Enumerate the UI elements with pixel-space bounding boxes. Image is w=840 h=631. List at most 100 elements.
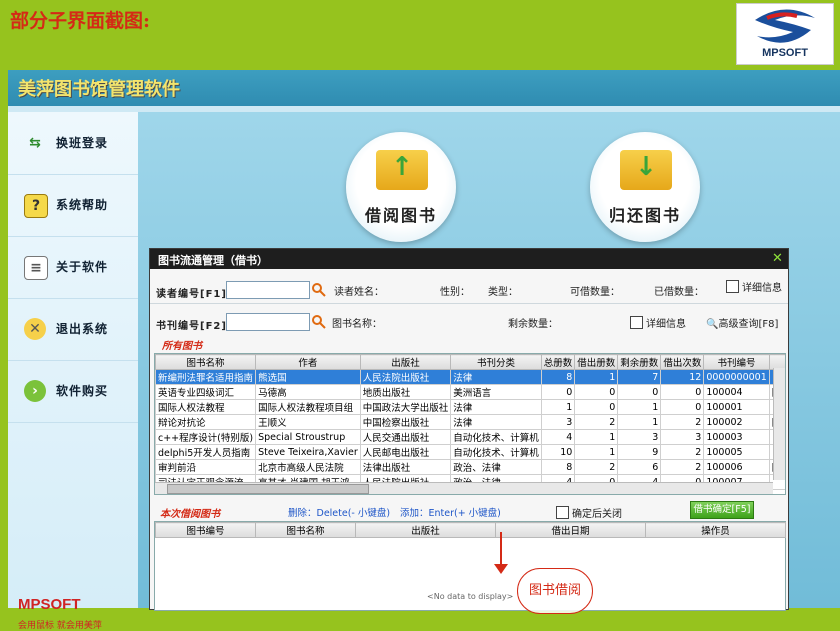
table-cell: 0 <box>574 399 619 415</box>
table-row[interactable]: 新编刑法罪名适用指南 熊选国 人民法院出版社 法律 8 1 7 12 0000000001 <box>155 369 785 385</box>
mpsoft-logo-icon <box>755 9 815 43</box>
column-header[interactable]: 借出次数 <box>660 354 705 370</box>
gender-label: 性别： <box>440 287 470 298</box>
app-title: 美萍图书馆管理软件 <box>18 79 180 100</box>
column-header[interactable]: 剩余册数 <box>617 354 662 370</box>
return-books-label: 归还图书 <box>608 206 681 225</box>
table-header-row: 图书名称 作者 出版社 书刊分类 总册数 借出册数 剩余册数 借出次数 书刊编号 <box>155 354 785 370</box>
sidebar: ⇆ 换班登录 ? 系统帮助 ≡ 关于软件 ✕ 退出系统 › 软件购买 MPSOF… <box>8 112 139 631</box>
table-cell: 王顺义 <box>255 414 361 430</box>
logo-text: MPSOFT <box>762 47 808 59</box>
advanced-search-button[interactable]: 🔍高级查询[F8] <box>706 315 778 330</box>
table-cell: 2 <box>660 459 705 475</box>
reader-row: 读者编号[F1]: 读者姓名： 性别： 类型： 可借数量： 已借数量： 详细信息 <box>150 273 788 304</box>
column-header[interactable]: 借出日期 <box>495 522 646 538</box>
sidebar-item-help[interactable]: ? 系统帮助 <box>8 174 138 237</box>
table-cell: 人民法院出版社 <box>359 369 452 385</box>
table-cell: 1 <box>574 369 619 385</box>
current-borrow-grid: 图书编号 图书名称 出版社 借出日期 操作员 <box>155 522 786 538</box>
column-header[interactable]: 总册数 <box>540 354 576 370</box>
table-cell: 8 <box>540 369 576 385</box>
reader-name-label: 读者姓名： <box>334 287 384 298</box>
table-cell: 人民邮电出版社 <box>359 444 452 460</box>
sidebar-item-label: 系统帮助 <box>56 198 109 212</box>
confirm-borrow-button[interactable]: 借书确定[F5] <box>690 501 754 519</box>
return-books-button[interactable]: ↓ 归还图书 <box>590 132 700 242</box>
table-cell: 6 <box>617 459 662 475</box>
table-cell: 1 <box>574 444 619 460</box>
sidebar-item-label: 换班登录 <box>56 136 109 150</box>
column-header[interactable]: 书刊编号 <box>703 354 770 370</box>
table-cell: 3 <box>660 429 705 445</box>
horizontal-scrollbar[interactable] <box>155 482 773 494</box>
table-cell: 100002 <box>703 414 770 430</box>
sidebar-item-switch-shift[interactable]: ⇆ 换班登录 <box>8 112 138 175</box>
page-caption: 部分子界面截图: <box>10 10 151 32</box>
column-header[interactable]: 图书编号 <box>155 522 256 538</box>
book-name-label: 图书名称： <box>332 319 382 330</box>
table-cell: 1 <box>617 399 662 415</box>
table-row[interactable]: 审判前沿北京市高级人民法院法律出版社政治、法律8262100006附光盘一张 <box>155 459 785 475</box>
circulation-dialog: 图书流通管理（借书） ✕ 读者编号[F1]: 读者姓名： 性别： 类型： 可借数… <box>149 248 789 614</box>
scroll-thumb[interactable] <box>167 484 369 494</box>
column-header[interactable]: 操作员 <box>645 522 786 538</box>
vertical-scrollbar[interactable] <box>773 368 785 480</box>
book-detail-button[interactable]: 详细信息 <box>630 315 686 330</box>
callout-arrow <box>500 532 502 566</box>
table-row[interactable]: 辩论对抗论王顺义中国检察出版社法律3212100002附光盘一张 <box>155 414 785 430</box>
books-grid: 图书名称 作者 出版社 书刊分类 总册数 借出册数 剩余册数 借出次数 书刊编号… <box>155 354 785 490</box>
table-cell: 辩论对抗论 <box>155 414 257 430</box>
table-row[interactable]: delphi5开发人员指南 Steve Teixeira,Xavier 人民邮电出版… <box>155 444 785 460</box>
sidebar-item-label: 软件购买 <box>56 384 109 398</box>
table-row[interactable]: c++程序设计(特别版) Special Stroustrup 人民交通出版社 自动化… <box>155 429 785 445</box>
sidebar-item-exit[interactable]: ✕ 退出系统 <box>8 298 138 361</box>
table-cell: 北京市高级人民法院 <box>255 459 361 475</box>
dialog-title-bar: 图书流通管理（借书） ✕ <box>150 249 788 269</box>
table-cell: 国际人权法教程 <box>155 399 257 415</box>
column-header[interactable]: 图书名称 <box>155 354 257 370</box>
detail-icon <box>630 316 643 329</box>
close-after-confirm-checkbox[interactable]: 确定后关闭 <box>556 505 622 520</box>
add-hint: 添加：Enter(+ 小键盘) <box>400 508 501 519</box>
current-borrow-title: 本次借阅图书 <box>160 509 220 520</box>
current-borrow-toolbar: 本次借阅图书 删除：Delete(- 小键盘) 添加：Enter(+ 小键盘) … <box>150 499 788 521</box>
dialog-title: 图书流通管理（借书） <box>158 254 268 267</box>
detail-icon <box>726 280 739 293</box>
search-icon[interactable] <box>312 315 326 329</box>
sidebar-item-purchase[interactable]: › 软件购买 <box>8 360 138 423</box>
book-no-input[interactable] <box>226 313 310 331</box>
column-header[interactable]: 书刊分类 <box>450 354 542 370</box>
column-header[interactable]: 出版社 <box>359 354 452 370</box>
table-row[interactable]: 国际人权法教程 国际人权法教程项目组 中国政法大学出版社 法律 1 0 1 0 100001 <box>155 399 785 415</box>
table-row[interactable]: 英语专业四级词汇马德高地质出版社美洲语言0000100004附海报一张 <box>155 384 785 400</box>
current-borrow-table: 图书编号 图书名称 出版社 借出日期 操作员 <No data to displ… <box>154 521 786 614</box>
help-icon: ? <box>24 194 48 218</box>
table-header-row: 图书编号 图书名称 出版社 借出日期 操作员 <box>155 522 786 538</box>
close-icon[interactable]: ✕ <box>772 251 783 266</box>
table-cell: 自动化技术、计算机 <box>450 429 542 445</box>
column-header[interactable]: 出版社 <box>355 522 496 538</box>
table-cell: 100001 <box>703 399 770 415</box>
remain-label: 剩余数量： <box>508 319 558 330</box>
purchase-icon: › <box>24 380 46 402</box>
column-header[interactable]: 借出册数 <box>574 354 619 370</box>
table-cell: 3 <box>617 429 662 445</box>
table-cell: 100003 <box>703 429 770 445</box>
folder-down-icon: ↓ <box>620 150 672 190</box>
table-cell: 100005 <box>703 444 770 460</box>
reader-detail-button[interactable]: 详细信息 <box>726 279 782 294</box>
table-cell: 1 <box>540 399 576 415</box>
sidebar-item-about[interactable]: ≡ 关于软件 <box>8 236 138 299</box>
table-cell: c++程序设计(特别版) <box>155 429 257 445</box>
borrowable-label: 可借数量： <box>570 287 620 298</box>
table-cell: 10 <box>540 444 576 460</box>
reader-no-input[interactable] <box>226 281 310 299</box>
borrow-books-button[interactable]: ↑ 借阅图书 <box>346 132 456 242</box>
column-header[interactable]: 图书名称 <box>255 522 356 538</box>
table-cell: 0 <box>660 399 705 415</box>
table-cell: 3 <box>540 414 576 430</box>
search-icon[interactable] <box>312 283 326 297</box>
column-header[interactable]: 作者 <box>255 354 361 370</box>
table-cell: 法律 <box>450 414 542 430</box>
annotation-callout: 图书借阅 <box>517 568 593 614</box>
